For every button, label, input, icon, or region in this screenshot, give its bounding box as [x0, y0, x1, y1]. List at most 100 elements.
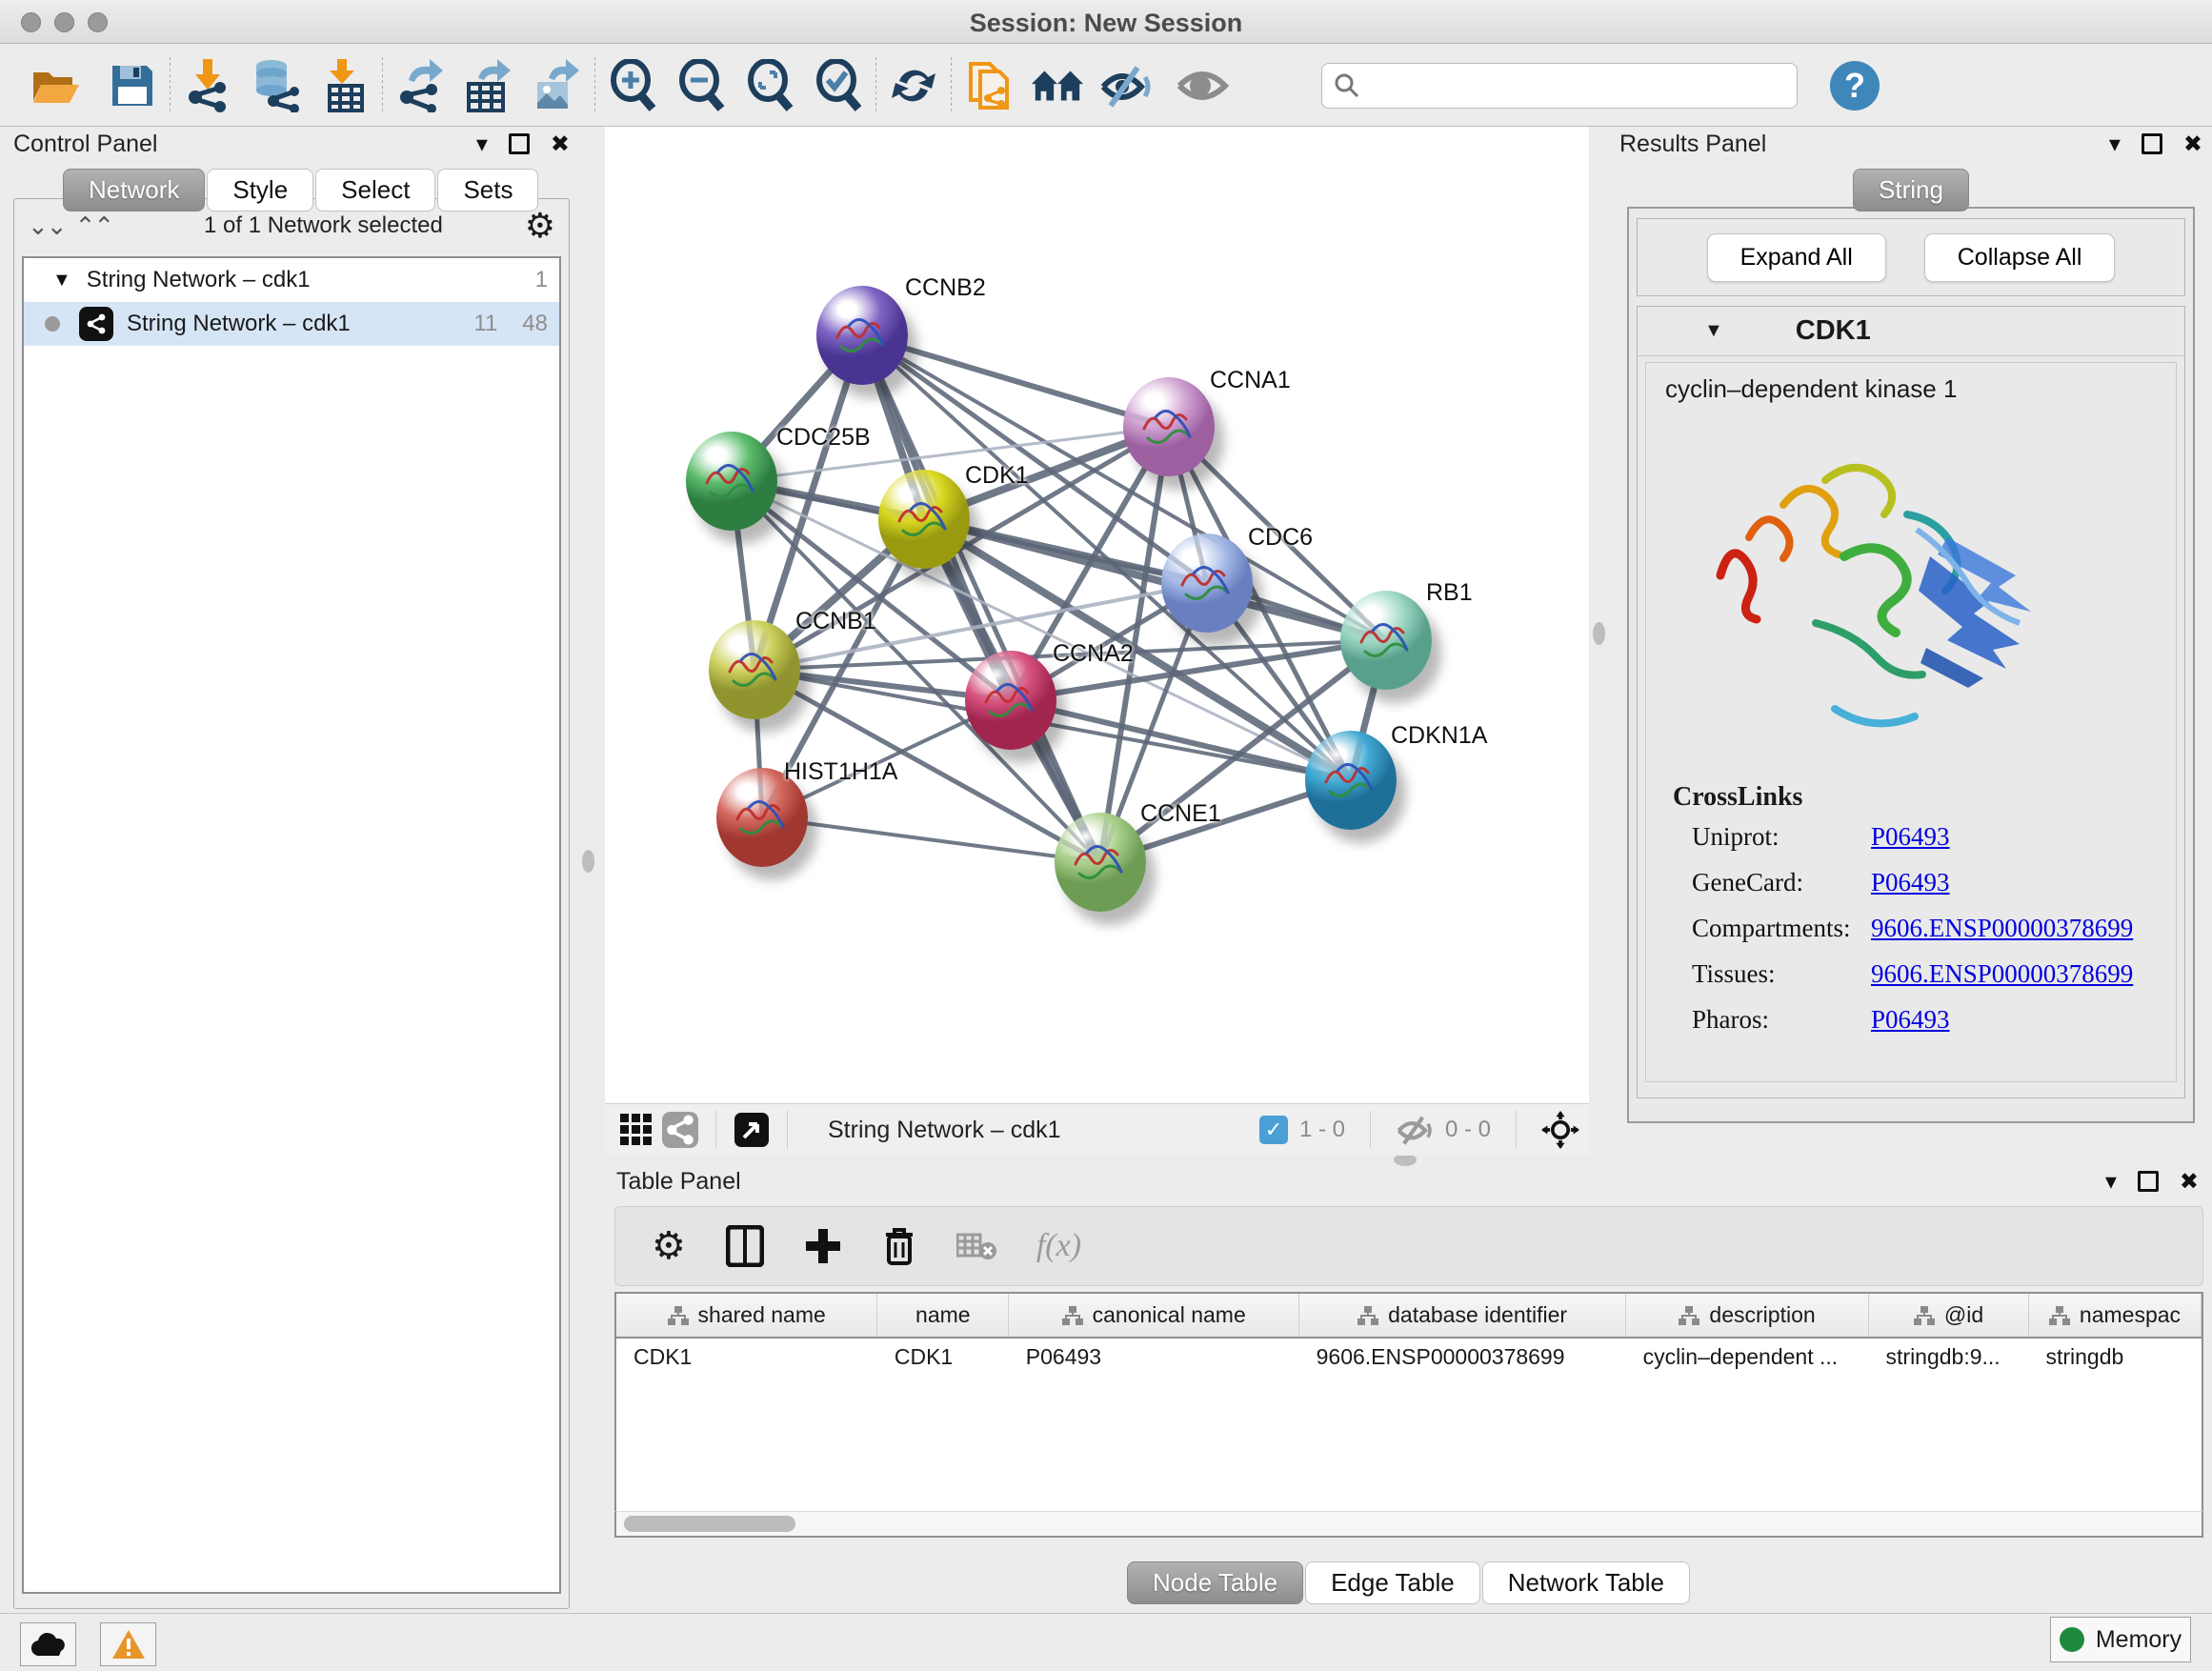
edge-HIST1H1A-CCNE1[interactable]	[762, 817, 1100, 862]
table-hscrollbar[interactable]	[614, 1511, 2203, 1538]
show-all-button[interactable]	[1175, 55, 1230, 116]
add-column-button[interactable]	[804, 1227, 842, 1265]
open-session-button[interactable]	[29, 55, 84, 116]
collapse-all-button[interactable]: Collapse All	[1924, 233, 2116, 282]
node-CCNA1[interactable]	[1123, 377, 1215, 476]
birdseye-view-button[interactable]	[730, 1108, 774, 1152]
import-table-button[interactable]	[317, 55, 372, 116]
help-button[interactable]: ?	[1830, 61, 1880, 111]
tree-expand-icon[interactable]: ▼	[52, 270, 71, 292]
delete-table-button[interactable]	[956, 1232, 996, 1260]
export-image-button[interactable]	[530, 55, 585, 116]
panel-float-icon[interactable]	[2138, 1171, 2159, 1192]
delete-column-button[interactable]	[882, 1225, 916, 1267]
column-header--id[interactable]: @id	[1869, 1294, 2029, 1338]
function-builder-button[interactable]: f(x)	[1036, 1228, 1081, 1264]
tab-network-table[interactable]: Network Table	[1482, 1561, 1690, 1604]
table-cell[interactable]: CDK1	[877, 1338, 1009, 1376]
panel-menu-icon[interactable]: ▾	[2109, 131, 2121, 158]
tab-edge-table[interactable]: Edge Table	[1305, 1561, 1480, 1604]
network-view-button[interactable]	[658, 1108, 702, 1152]
network-options-gear-icon[interactable]: ⚙	[525, 206, 555, 246]
column-header-description[interactable]: description	[1626, 1294, 1869, 1338]
node-result-header[interactable]: ▼ CDK1	[1638, 307, 2184, 356]
table-options-gear-icon[interactable]: ⚙	[652, 1224, 686, 1268]
node-CDC6[interactable]	[1161, 534, 1253, 633]
expand-all-button[interactable]: Expand All	[1707, 233, 1886, 282]
memory-button[interactable]: Memory	[2050, 1617, 2191, 1662]
node-table[interactable]: shared namenamecanonical namedatabase id…	[614, 1292, 2203, 1538]
table-cell[interactable]: P06493	[1009, 1338, 1299, 1376]
node-CCNB2[interactable]	[816, 286, 908, 385]
table-cell[interactable]: 9606.ENSP00000378699	[1299, 1338, 1626, 1376]
edge-CCNB2-CCNA1[interactable]	[862, 335, 1169, 427]
column-header-canonical-name[interactable]: canonical name	[1009, 1294, 1299, 1338]
crosslink-link[interactable]: P06493	[1871, 868, 1950, 897]
panel-float-icon[interactable]	[509, 133, 530, 154]
search-input[interactable]	[1360, 72, 1770, 99]
node-CDKN1A[interactable]	[1305, 731, 1397, 830]
panel-float-icon[interactable]	[2142, 133, 2162, 154]
node-CCNA2[interactable]	[965, 651, 1056, 750]
warnings-button[interactable]	[100, 1622, 156, 1666]
crosslink-link[interactable]: 9606.ENSP00000378699	[1871, 959, 2133, 989]
tab-network[interactable]: Network	[63, 169, 205, 211]
node-CCNE1[interactable]	[1055, 813, 1146, 912]
node-RB1[interactable]	[1340, 591, 1432, 690]
scrollbar-thumb[interactable]	[624, 1516, 795, 1532]
table-cell[interactable]: CDK1	[616, 1338, 877, 1376]
network-collection-row[interactable]: ▼ String Network – cdk1 1	[24, 258, 559, 302]
zoom-fit-button[interactable]	[742, 55, 797, 116]
expand-all-networks-icon[interactable]: ⌃⌃	[75, 211, 113, 241]
search-box[interactable]	[1321, 63, 1798, 109]
save-session-button[interactable]	[105, 55, 160, 116]
hide-selected-button[interactable]	[1098, 55, 1154, 116]
cloud-status-button[interactable]	[20, 1622, 76, 1666]
export-table-button[interactable]	[461, 55, 516, 116]
panel-menu-icon[interactable]: ▾	[2105, 1168, 2117, 1196]
table-row[interactable]: CDK1CDK1P064939606.ENSP00000378699cyclin…	[616, 1338, 2202, 1376]
zoom-in-button[interactable]	[605, 55, 660, 116]
column-header-namespac[interactable]: namespac	[2028, 1294, 2201, 1338]
crosslink-link[interactable]: 9606.ENSP00000378699	[1871, 914, 2133, 943]
collapse-all-networks-icon[interactable]: ⌄⌄	[28, 211, 66, 241]
panel-menu-icon[interactable]: ▾	[476, 131, 488, 158]
network-row[interactable]: String Network – cdk1 11 48	[24, 302, 559, 346]
crosshair-icon[interactable]	[1541, 1111, 1579, 1149]
tab-style[interactable]: Style	[207, 169, 313, 211]
edge-CCNB2-CCNE1[interactable]	[862, 335, 1100, 862]
clone-network-button[interactable]	[961, 55, 1016, 116]
node-CDC25B[interactable]	[686, 432, 777, 531]
node-CCNB1[interactable]	[709, 620, 800, 719]
tab-node-table[interactable]: Node Table	[1127, 1561, 1303, 1604]
right-splitter-handle[interactable]	[1593, 622, 1605, 645]
column-header-shared-name[interactable]: shared name	[616, 1294, 877, 1338]
import-network-database-button[interactable]	[249, 55, 304, 116]
selected-checkbox[interactable]: ✓	[1259, 1116, 1288, 1144]
column-header-database-identifier[interactable]: database identifier	[1299, 1294, 1626, 1338]
table-cell[interactable]: cyclin–dependent ...	[1626, 1338, 1869, 1376]
grid-view-button[interactable]	[614, 1108, 658, 1152]
crosslink-link[interactable]: P06493	[1871, 1005, 1950, 1035]
left-splitter-handle[interactable]	[582, 850, 594, 873]
crosslink-link[interactable]: P06493	[1871, 822, 1950, 852]
refresh-button[interactable]	[886, 55, 941, 116]
panel-close-icon[interactable]: ✖	[2183, 131, 2202, 158]
tab-sets[interactable]: Sets	[437, 169, 538, 211]
import-network-button[interactable]	[180, 55, 235, 116]
tab-string[interactable]: String	[1853, 169, 1969, 211]
node-CDK1[interactable]	[878, 470, 970, 569]
first-neighbors-button[interactable]	[1030, 55, 1085, 116]
zoom-selected-button[interactable]	[811, 55, 866, 116]
network-canvas[interactable]: CCNB2CCNA1CDC25BCDK1CDC6RB1CCNB1CCNA2CDK…	[605, 127, 1589, 1103]
show-columns-button[interactable]	[726, 1225, 764, 1267]
tab-select[interactable]: Select	[315, 169, 435, 211]
section-collapse-icon[interactable]: ▼	[1704, 320, 1723, 342]
panel-close-icon[interactable]: ✖	[551, 131, 570, 158]
table-cell[interactable]: stringdb:9...	[1869, 1338, 2029, 1376]
export-network-button[interactable]	[392, 55, 448, 116]
table-cell[interactable]: stringdb	[2028, 1338, 2201, 1376]
panel-close-icon[interactable]: ✖	[2180, 1168, 2199, 1196]
column-header-name[interactable]: name	[877, 1294, 1009, 1338]
zoom-out-button[interactable]	[674, 55, 729, 116]
